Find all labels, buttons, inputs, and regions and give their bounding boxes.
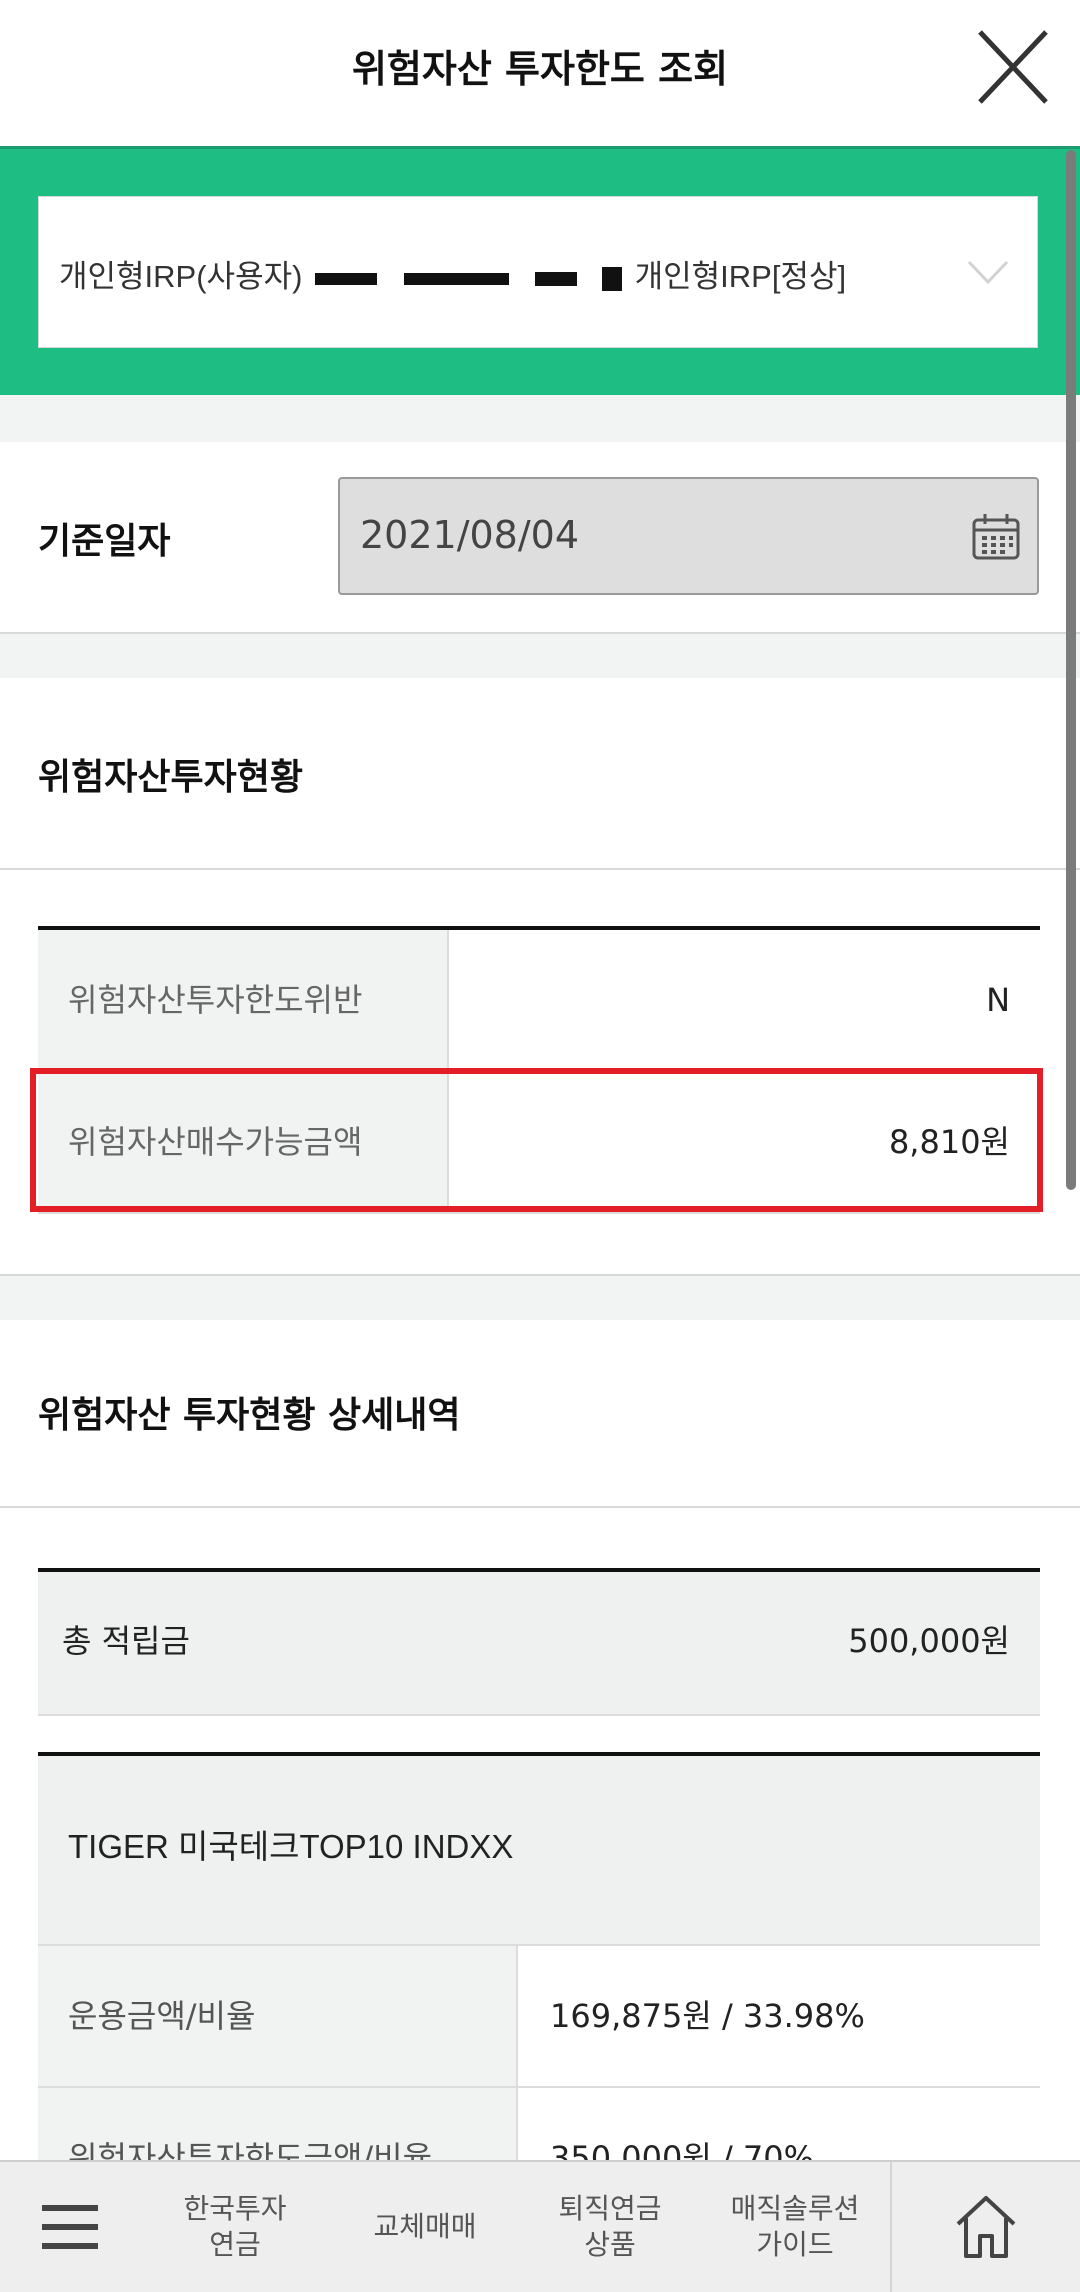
close-icon (978, 30, 1048, 104)
row-label: 위험자산매수가능금액 (38, 1072, 449, 1212)
table-row: 위험자산매수가능금액 8,810원 (38, 1072, 1040, 1214)
base-date-value: 2021/08/04 (360, 513, 580, 557)
nav-label: 상품 (584, 2228, 636, 2261)
redacted-account-number (601, 266, 622, 291)
row-value: N (986, 981, 1010, 1019)
account-dropdown[interactable]: 개인형IRP(사용자) 개인형IRP[정상] (38, 196, 1038, 348)
table-row: 운용금액/비율 169,875원 / 33.98% (38, 1946, 1040, 2088)
home-icon (956, 2196, 1016, 2258)
header: 위험자산 투자한도 조회 (0, 0, 1080, 149)
account-label: 개인형IRP(사용자) 개인형IRP[정상] (59, 251, 846, 296)
fund-table: TIGER 미국테크TOP10 INDXX 운용금액/비율 169,875원 /… (38, 1752, 1040, 2230)
menu-button[interactable] (0, 2162, 140, 2292)
nav-label: 매직솔루션 (730, 2192, 860, 2225)
nav-switch-trade[interactable]: 교체매매 (330, 2162, 520, 2292)
section-divider (0, 868, 1080, 870)
chevron-down-icon (967, 260, 1009, 285)
risk-status-title: 위험자산투자현황 (38, 757, 303, 798)
table-row: 위험자산투자한도위반 N (38, 930, 1040, 1072)
page-title: 위험자산 투자한도 조회 (351, 47, 729, 91)
risk-status-section: 위험자산투자현황 위험자산투자한도위반 N 위험자산매수가능금액 8,810원 (0, 678, 1080, 1276)
row-value: 8,810원 (888, 1123, 1010, 1161)
nav-korea-investment-pension[interactable]: 한국투자 연금 (140, 2162, 330, 2292)
redacted-account-number (535, 271, 578, 286)
total-value: 500,000원 (848, 1622, 1010, 1660)
scrollbar[interactable] (1066, 150, 1076, 1190)
redacted-account-number (315, 272, 378, 285)
section-divider (0, 1506, 1080, 1508)
home-button[interactable] (892, 2162, 1080, 2292)
row-label: 운용금액/비율 (38, 1946, 518, 2086)
redacted-account-number (403, 272, 509, 285)
risk-detail-title: 위험자산 투자현황 상세내역 (38, 1395, 461, 1436)
row-label: 위험자산투자한도위반 (38, 930, 449, 1070)
risk-status-table: 위험자산투자한도위반 N 위험자산매수가능금액 8,810원 (38, 926, 1040, 1214)
account-suffix: 개인형IRP[정상] (634, 259, 847, 294)
nav-retirement-products[interactable]: 퇴직연금 상품 (520, 2162, 700, 2292)
calendar-icon[interactable] (971, 512, 1021, 562)
menu-icon (42, 2205, 98, 2249)
fund-name-row: TIGER 미국테크TOP10 INDXX (38, 1756, 1040, 1946)
account-prefix: 개인형IRP(사용자) (59, 259, 303, 294)
total-label: 총 적립금 (62, 1622, 190, 1660)
nav-label: 한국투자 (183, 2192, 287, 2225)
fund-name: TIGER 미국테크TOP10 INDXX (68, 1828, 514, 1865)
total-row: 총 적립금 500,000원 (38, 1568, 1040, 1716)
account-band: 개인형IRP(사용자) 개인형IRP[정상] (0, 149, 1080, 395)
nav-label: 가이드 (756, 2228, 834, 2261)
nav-label: 연금 (209, 2228, 261, 2261)
nav-label: 교체매매 (373, 2210, 477, 2243)
base-date-label: 기준일자 (38, 521, 171, 562)
risk-detail-section: 위험자산 투자현황 상세내역 총 적립금 500,000원 TIGER 미국테크… (0, 1320, 1080, 2230)
row-value: 169,875원 / 33.98% (550, 1997, 865, 2035)
close-button[interactable] (976, 26, 1050, 108)
base-date-field[interactable]: 2021/08/04 (338, 477, 1039, 595)
bottom-nav: 한국투자 연금 교체매매 퇴직연금 상품 매직솔루션 가이드 (0, 2160, 1080, 2292)
base-date-row: 기준일자 2021/08/04 (0, 442, 1080, 634)
nav-label: 퇴직연금 (558, 2192, 662, 2225)
nav-magic-solution-guide[interactable]: 매직솔루션 가이드 (700, 2162, 890, 2292)
